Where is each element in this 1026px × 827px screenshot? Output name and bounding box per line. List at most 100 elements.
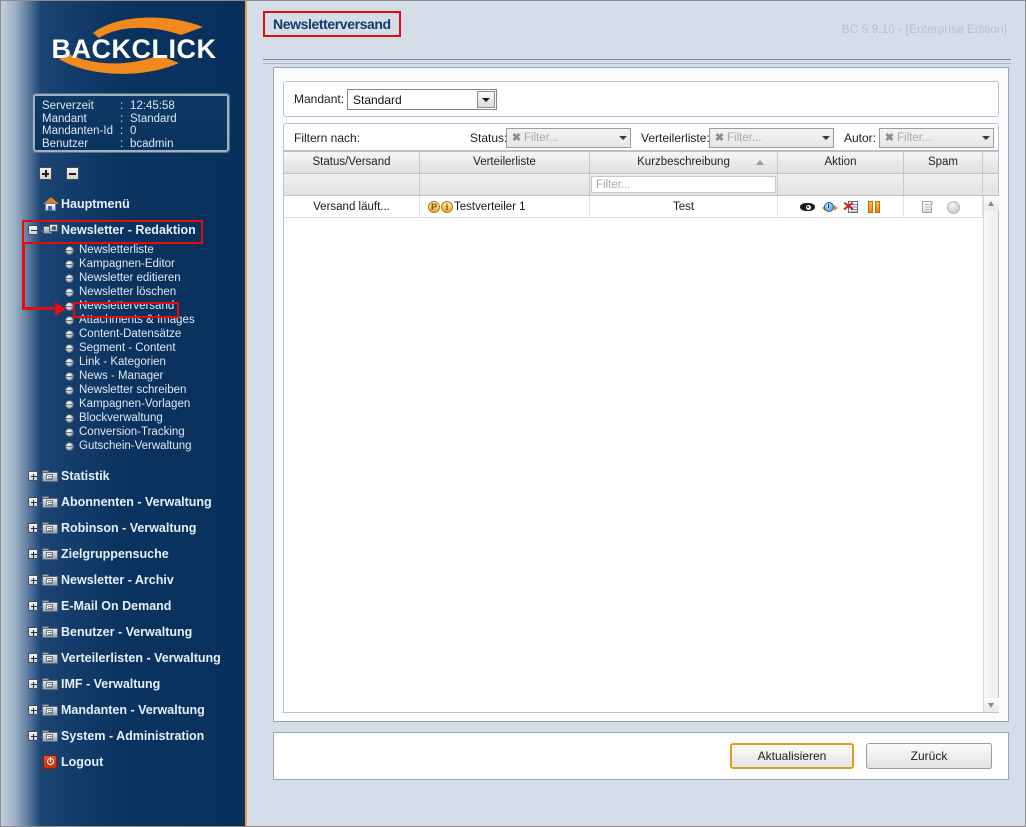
sidebar-item-attachments-images[interactable]: Attachments & Images bbox=[1, 313, 245, 327]
sidebar-item-newsletterliste[interactable]: Newsletterliste bbox=[1, 243, 245, 257]
clear-filter-icon[interactable]: ✖ bbox=[714, 132, 725, 144]
grey-document-icon bbox=[920, 200, 935, 214]
expand-toggle-icon[interactable] bbox=[28, 653, 38, 663]
expand-toggle-icon[interactable] bbox=[28, 679, 38, 689]
folder-icon bbox=[42, 572, 59, 588]
document-cancel-icon[interactable] bbox=[843, 200, 859, 214]
expand-toggle-icon[interactable] bbox=[28, 549, 38, 559]
sidebar-item-email-on-demand[interactable]: E-Mail On Demand bbox=[1, 593, 245, 619]
sidebar-item-conversion-tracking[interactable]: Conversion-Tracking bbox=[1, 425, 245, 439]
sidebar-item-news-manager[interactable]: News - Manager bbox=[1, 369, 245, 383]
filter-cell-status[interactable] bbox=[284, 174, 420, 195]
chevron-down-icon[interactable] bbox=[982, 136, 990, 140]
filter-cell-verteilerliste[interactable] bbox=[420, 174, 590, 195]
sidebar-item-label: E-Mail On Demand bbox=[61, 599, 172, 613]
clear-filter-icon[interactable]: ✖ bbox=[511, 132, 522, 144]
info-key: Serverzeit bbox=[42, 100, 94, 112]
sidebar-item-hauptmenu[interactable]: Hauptmenü bbox=[1, 191, 245, 217]
sidebar-item-segment-content[interactable]: Segment - Content bbox=[1, 341, 245, 355]
sidebar-item-newsletter-archiv[interactable]: Newsletter - Archiv bbox=[1, 567, 245, 593]
column-header-kurzbeschreibung[interactable]: Kurzbeschreibung bbox=[590, 152, 778, 173]
sidebar-item-abonnenten-verwaltung[interactable]: Abonnenten - Verwaltung bbox=[1, 489, 245, 515]
expand-toggle-icon[interactable] bbox=[28, 705, 38, 715]
grey-circle-icon bbox=[946, 200, 961, 214]
sidebar-item-imf-verwaltung[interactable]: IMF - Verwaltung bbox=[1, 671, 245, 697]
clock-arrow-icon[interactable] bbox=[822, 200, 838, 214]
clear-filter-icon[interactable]: ✖ bbox=[884, 132, 895, 144]
info-value: bcadmin bbox=[130, 137, 174, 150]
sidebar-item-label: Verteilerlisten - Verwaltung bbox=[61, 651, 221, 665]
logo-text: BACKCLICK bbox=[51, 34, 217, 64]
expand-toggle-icon[interactable] bbox=[28, 731, 38, 741]
column-header-aktion[interactable]: Aktion bbox=[778, 152, 904, 173]
column-header-verteilerliste[interactable]: Verteilerliste bbox=[420, 152, 590, 173]
server-info-box: Serverzeit:12:45:58 Mandant: Standard Man… bbox=[33, 94, 229, 152]
bullet-icon bbox=[65, 274, 74, 283]
chevron-down-icon[interactable] bbox=[822, 136, 830, 140]
backclick-logo[interactable]: BACKCLICK bbox=[31, 15, 231, 77]
expand-all-button[interactable] bbox=[39, 167, 52, 180]
collapse-toggle-icon[interactable] bbox=[28, 225, 38, 235]
sidebar-item-robinson-verwaltung[interactable]: Robinson - Verwaltung bbox=[1, 515, 245, 541]
folder-icon bbox=[42, 546, 59, 562]
sidebar-item-newsletter-schreiben[interactable]: Newsletter schreiben bbox=[1, 383, 245, 397]
sidebar-item-newsletterversand[interactable]: Newsletterversand bbox=[1, 299, 245, 313]
sidebar-item-zielgruppensuche[interactable]: Zielgruppensuche bbox=[1, 541, 245, 567]
sidebar-item-system-administration[interactable]: System - Administration bbox=[1, 723, 245, 749]
chevron-down-icon[interactable] bbox=[619, 136, 627, 140]
table-row[interactable]: Versand läuft... Pi Testverteiler 1 Test bbox=[284, 196, 998, 218]
logout-icon bbox=[42, 754, 59, 770]
folder-icon bbox=[42, 494, 59, 510]
sidebar-item-benutzer-verwaltung[interactable]: Benutzer - Verwaltung bbox=[1, 619, 245, 645]
sidebar-item-logout[interactable]: Logout bbox=[1, 749, 245, 775]
expand-toggle-icon[interactable] bbox=[28, 497, 38, 507]
scroll-down-button[interactable] bbox=[984, 698, 999, 712]
camera-icon bbox=[42, 222, 59, 238]
page-title: Newsletterversand bbox=[273, 16, 391, 32]
sidebar-item-content-datensaetze[interactable]: Content-Datensätze bbox=[1, 327, 245, 341]
sidebar-item-link-kategorien[interactable]: Link - Kategorien bbox=[1, 355, 245, 369]
sidebar-subitems: Newsletterliste Kampagnen-Editor Newslet… bbox=[1, 243, 245, 453]
info-row: Benutzer: bcadmin bbox=[42, 138, 227, 151]
kurzbeschreibung-filter-input[interactable]: Filter... bbox=[591, 176, 776, 193]
expand-toggle-icon[interactable] bbox=[28, 575, 38, 585]
sidebar-item-newsletter-loeschen[interactable]: Newsletter löschen bbox=[1, 285, 245, 299]
bullet-icon bbox=[65, 442, 74, 451]
sidebar-item-kampagnen-vorlagen[interactable]: Kampagnen-Vorlagen bbox=[1, 397, 245, 411]
collapse-all-button[interactable] bbox=[66, 167, 80, 180]
filter-autor-input[interactable]: ✖ Filter... bbox=[879, 128, 994, 148]
sidebar-item-kampagnen-editor[interactable]: Kampagnen-Editor bbox=[1, 257, 245, 271]
sidebar-item-gutschein-verwaltung[interactable]: Gutschein-Verwaltung bbox=[1, 439, 245, 453]
chevron-down-icon[interactable] bbox=[477, 91, 495, 108]
table-vertical-scrollbar[interactable] bbox=[983, 196, 999, 712]
cell-verteilerliste: Pi Testverteiler 1 bbox=[420, 196, 590, 218]
mandant-selected-value: Standard bbox=[353, 93, 402, 107]
filter-verteilerliste-input[interactable]: ✖ Filter... bbox=[709, 128, 834, 148]
info-separator: : bbox=[120, 125, 124, 138]
column-header-spam[interactable]: Spam bbox=[904, 152, 983, 173]
filter-cell-kurzbeschreibung[interactable]: Filter... bbox=[590, 174, 778, 195]
sidebar-item-mandanten-verwaltung[interactable]: Mandanten - Verwaltung bbox=[1, 697, 245, 723]
expand-toggle-icon[interactable] bbox=[28, 627, 38, 637]
filter-status-input[interactable]: ✖ Filter... bbox=[506, 128, 631, 148]
pause-icon[interactable] bbox=[867, 200, 882, 214]
badge-info-icon[interactable]: i bbox=[441, 200, 453, 213]
badge-p-icon[interactable]: P bbox=[428, 200, 440, 213]
bullet-icon bbox=[65, 330, 74, 339]
sidebar-item-verteilerlisten-verwaltung[interactable]: Verteilerlisten - Verwaltung bbox=[1, 645, 245, 671]
aktualisieren-button[interactable]: Aktualisieren bbox=[730, 743, 854, 769]
sidebar-item-statistik[interactable]: Statistik bbox=[1, 463, 245, 489]
sidebar-item-newsletter-redaktion[interactable]: Newsletter - Redaktion bbox=[1, 217, 245, 243]
expand-toggle-icon[interactable] bbox=[28, 601, 38, 611]
expand-toggle-icon[interactable] bbox=[28, 523, 38, 533]
eye-icon[interactable] bbox=[800, 200, 815, 214]
mandant-select[interactable]: Standard bbox=[347, 89, 497, 110]
scroll-up-button[interactable] bbox=[984, 196, 999, 210]
sidebar-item-blockverwaltung[interactable]: Blockverwaltung bbox=[1, 411, 245, 425]
expand-toggle-icon[interactable] bbox=[28, 471, 38, 481]
sidebar-item-newsletter-editieren[interactable]: Newsletter editieren bbox=[1, 271, 245, 285]
sidebar-item-label: Logout bbox=[61, 755, 104, 769]
zurueck-button[interactable]: Zurück bbox=[866, 743, 992, 769]
column-header-status[interactable]: Status/Versand bbox=[284, 152, 420, 173]
newsletter-dispatch-table: Status/Versand Verteilerliste Kurzbeschr… bbox=[283, 151, 999, 713]
